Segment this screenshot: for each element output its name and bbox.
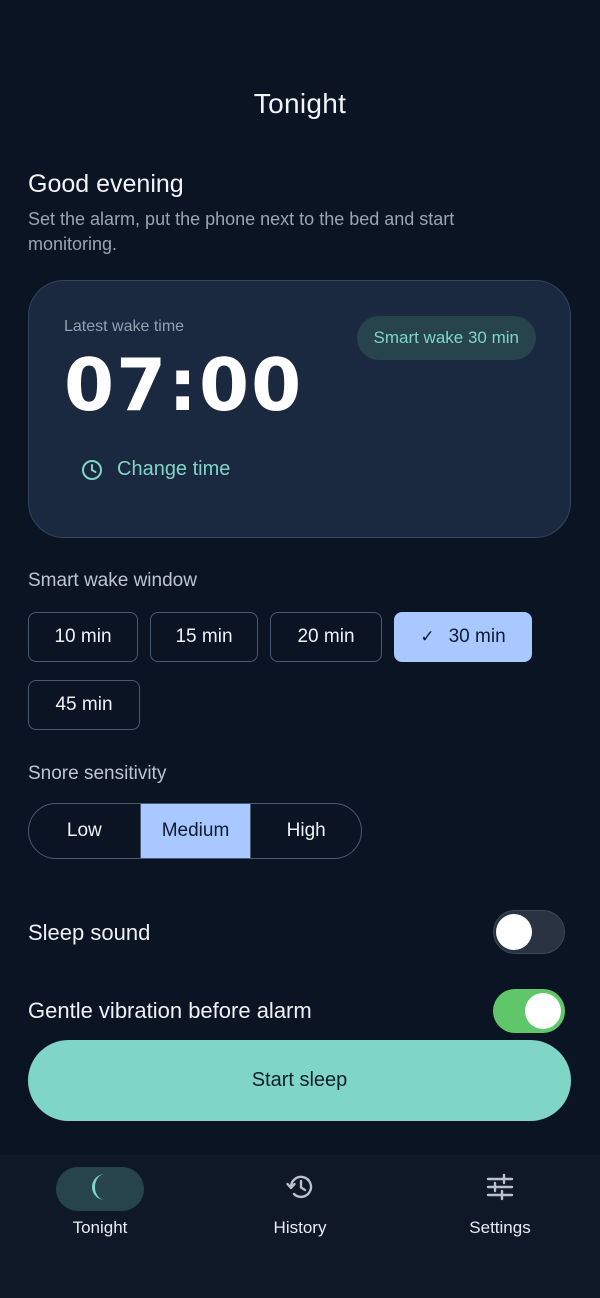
vibration-toggle[interactable] — [493, 989, 565, 1033]
nav-tonight[interactable]: Tonight — [0, 1155, 200, 1255]
segment-medium[interactable]: Medium — [139, 804, 251, 858]
sleep-sound-label: Sleep sound — [28, 920, 151, 945]
nav-label-tonight: Tonight — [72, 1218, 128, 1237]
moon-icon — [87, 1172, 113, 1207]
chip-15-min[interactable]: 15 min — [150, 612, 258, 662]
nav-label-settings: Settings — [469, 1218, 531, 1237]
alarm-card: Latest wake time 07:00 Smart wake 30 min… — [28, 280, 571, 538]
nav-history[interactable]: History — [200, 1155, 400, 1255]
bottom-nav: Tonight History Settings — [0, 1155, 600, 1298]
toggle-knob — [525, 993, 561, 1029]
snore-sensitivity-control: Low Medium High — [28, 803, 362, 859]
greeting-title: Good evening — [28, 170, 184, 198]
chip-20-min[interactable]: 20 min — [270, 612, 382, 662]
vibration-label: Gentle vibration before alarm — [28, 998, 312, 1023]
chip-30-min[interactable]: ✓ 30 min — [394, 612, 532, 662]
toggle-knob — [496, 914, 532, 950]
start-sleep-button[interactable]: Start sleep — [28, 1040, 571, 1121]
smart-wake-label: Smart wake window — [28, 570, 197, 591]
smart-wake-badge: Smart wake 30 min — [356, 316, 536, 360]
segment-high[interactable]: High — [250, 804, 361, 858]
snore-sensitivity-label: Snore sensitivity — [28, 763, 167, 784]
nav-label-history: History — [273, 1218, 327, 1237]
change-time-label: Change time — [117, 458, 231, 480]
check-icon: ✓ — [420, 627, 435, 646]
alarm-label: Latest wake time — [64, 318, 185, 335]
sliders-icon — [485, 1172, 515, 1207]
alarm-time: 07:00 — [64, 343, 304, 427]
chip-10-min[interactable]: 10 min — [28, 612, 138, 662]
change-time-button[interactable]: Change time — [81, 458, 230, 481]
greeting-subtitle: Set the alarm, put the phone next to the… — [28, 209, 455, 254]
page-title: Tonight — [253, 88, 347, 119]
nav-settings[interactable]: Settings — [400, 1155, 600, 1255]
sleep-sound-toggle[interactable] — [493, 910, 565, 954]
history-icon — [285, 1172, 315, 1207]
segment-low[interactable]: Low — [29, 804, 140, 858]
chip-45-min[interactable]: 45 min — [28, 680, 140, 730]
clock-icon — [81, 459, 103, 481]
